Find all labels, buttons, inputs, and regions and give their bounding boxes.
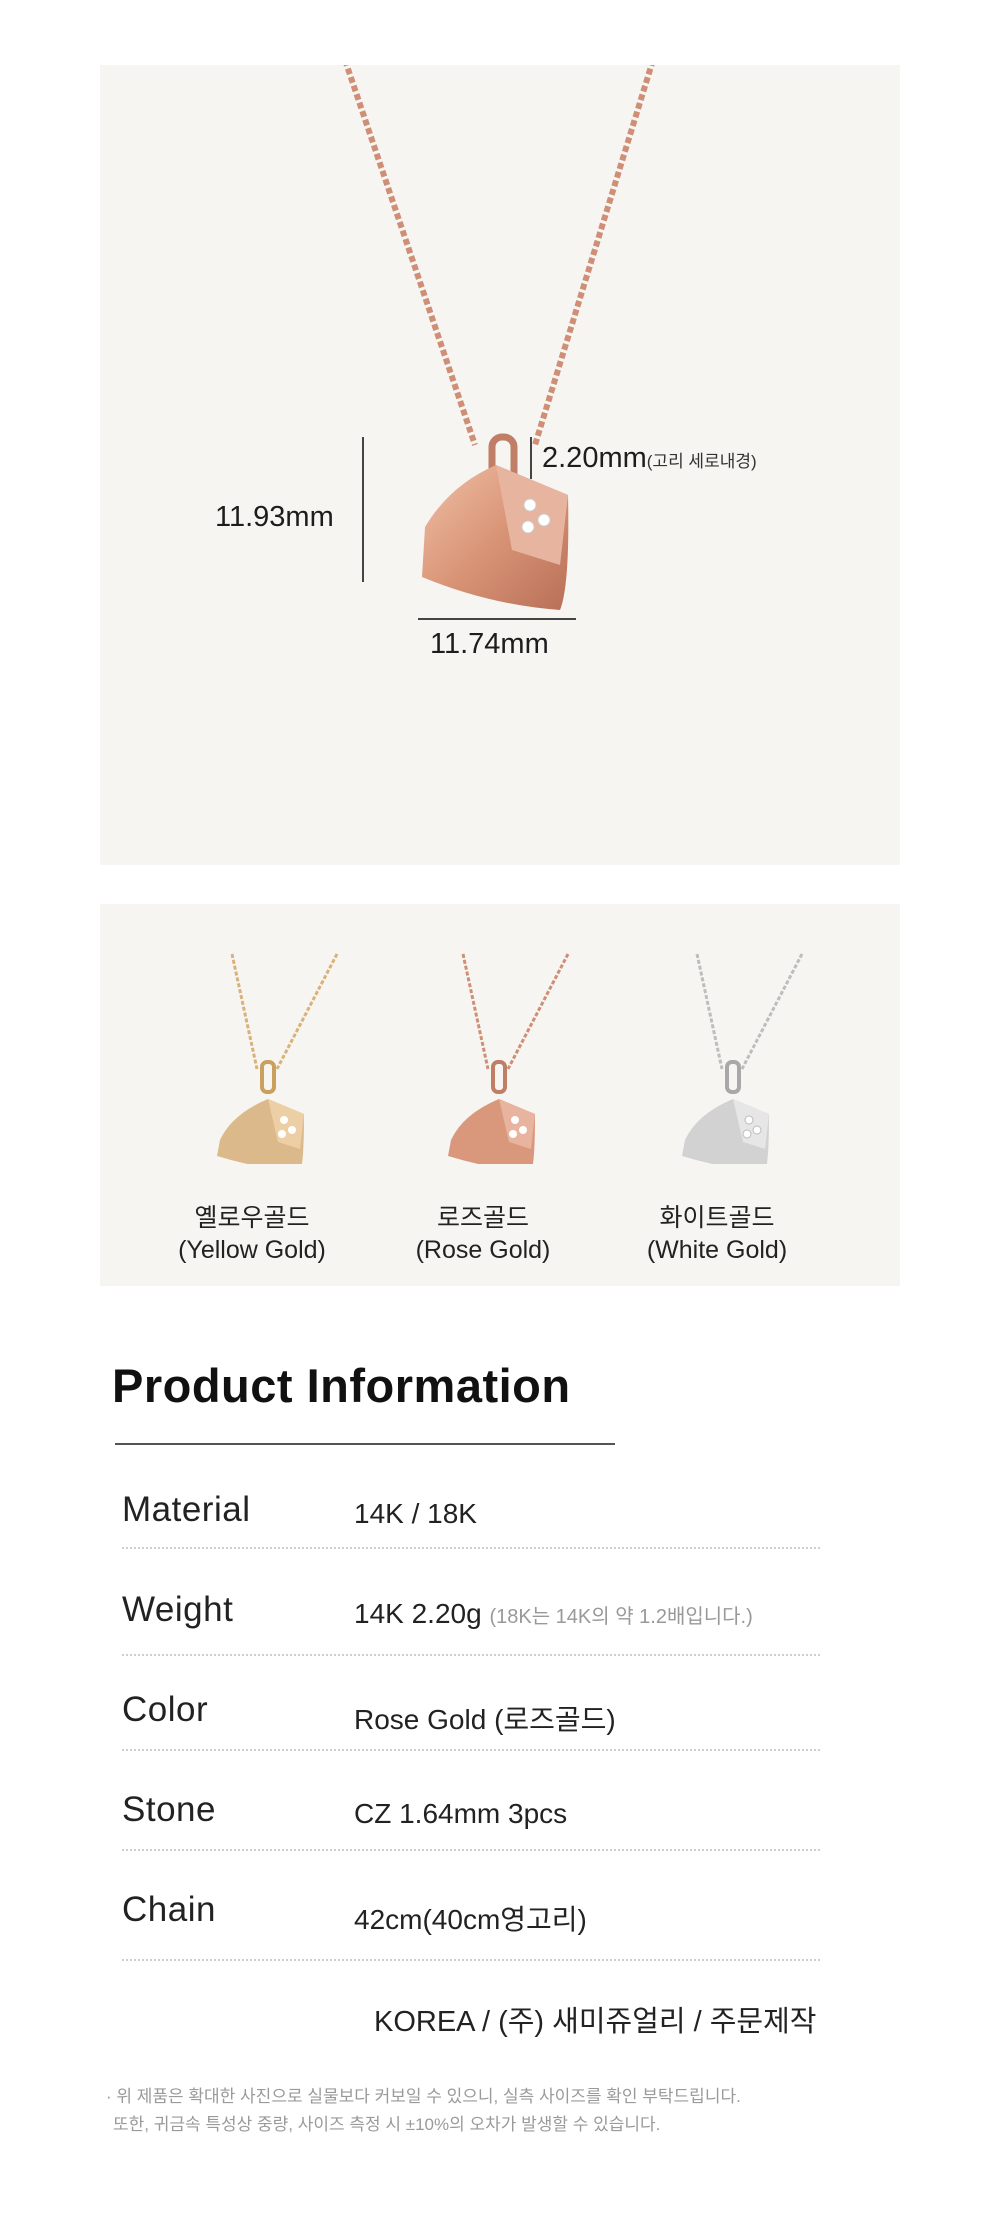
info-row-color: Color Rose Gold (로즈골드) <box>122 1690 820 1790</box>
info-row-chain: Chain 42cm(40cm영고리) <box>122 1890 820 1990</box>
origin-text: KOREA / (주) 새미쥬얼리 / 주문제작 <box>374 2006 817 2038</box>
info-key: Color <box>122 1690 209 1729</box>
width-label: 11.74mm <box>430 628 549 660</box>
bail-label: 2.20mm(고리 세로내경) <box>542 442 757 475</box>
variant-white-name-en: (White Gold) <box>646 1236 788 1264</box>
info-row-material: Material 14K / 18K <box>122 1490 820 1590</box>
variant-rose-name-ko: 로즈골드 <box>436 1204 529 1232</box>
info-value: Rose Gold (로즈골드) <box>354 1698 616 1738</box>
variant-rose-gold[interactable]: 로즈골드 (Rose Gold) <box>363 904 603 1286</box>
info-value-text: Rose Gold (로즈골드) <box>354 1704 616 1735</box>
info-row-weight: Weight 14K 2.20g (18K는 14K의 약 1.2배입니다.) <box>122 1590 820 1690</box>
notice-line-1: · 위 제품은 확대한 사진으로 실물보다 커보일 수 있으니, 실측 사이즈를… <box>106 2087 741 2106</box>
row-divider <box>122 1959 820 1961</box>
info-key: Stone <box>122 1790 216 1829</box>
bail-note: (고리 세로내경) <box>646 452 757 471</box>
info-row-stone: Stone CZ 1.64mm 3pcs <box>122 1790 820 1890</box>
info-key: Chain <box>122 1890 216 1929</box>
row-divider <box>122 1654 820 1656</box>
info-value-note: (18K는 14K의 약 1.2배입니다.) <box>489 1606 753 1628</box>
variant-yellow-name-en: (Yellow Gold) <box>178 1236 326 1264</box>
necklace-white-gold-image <box>682 953 804 1164</box>
info-key: Material <box>122 1490 251 1529</box>
info-value: CZ 1.64mm 3pcs <box>354 1798 567 1830</box>
info-value: 42cm(40cm영고리) <box>354 1898 587 1938</box>
info-value-text: 14K 2.20g <box>354 1598 482 1629</box>
bail-dimension-line <box>530 437 532 479</box>
row-divider <box>122 1849 820 1851</box>
variant-white-name-ko: 화이트골드 <box>659 1204 775 1232</box>
height-dimension-line <box>362 437 364 582</box>
row-divider <box>122 1749 820 1751</box>
info-value-text: 14K / 18K <box>354 1498 477 1529</box>
info-value-text: 42cm(40cm영고리) <box>354 1904 587 1935</box>
variant-white-gold[interactable]: 화이트골드 (White Gold) <box>597 904 837 1286</box>
variant-rose-name-en: (Rose Gold) <box>415 1236 551 1264</box>
variant-yellow-name-ko: 옐로우골드 <box>194 1204 310 1232</box>
necklace-yellow-gold-image <box>217 953 339 1164</box>
variant-yellow-gold[interactable]: 옐로우골드 (Yellow Gold) <box>132 904 372 1286</box>
width-dimension-line <box>418 618 576 620</box>
info-value-text: CZ 1.64mm 3pcs <box>354 1798 568 1829</box>
height-label: 11.93mm <box>215 501 334 533</box>
row-divider <box>122 1547 820 1549</box>
product-hero-image: 11.93mm 2.20mm(고리 세로내경) 11.74mm <box>100 65 900 865</box>
section-divider <box>115 1443 615 1445</box>
info-key: Weight <box>122 1590 234 1629</box>
info-value: 14K / 18K <box>354 1498 477 1530</box>
bail-size: 2.20mm <box>542 442 647 474</box>
info-value: 14K 2.20g (18K는 14K의 약 1.2배입니다.) <box>354 1598 753 1630</box>
section-title: Product Information <box>112 1359 571 1412</box>
color-variants: 옐로우골드 (Yellow Gold) 로즈골드 (Rose Gold) 화이트… <box>100 904 900 1286</box>
notice-line-2: 또한, 귀금속 특성상 중량, 사이즈 측정 시 ±10%의 오차가 발생할 수… <box>113 2115 661 2134</box>
necklace-image <box>343 65 655 610</box>
necklace-rose-gold-image <box>448 953 570 1164</box>
